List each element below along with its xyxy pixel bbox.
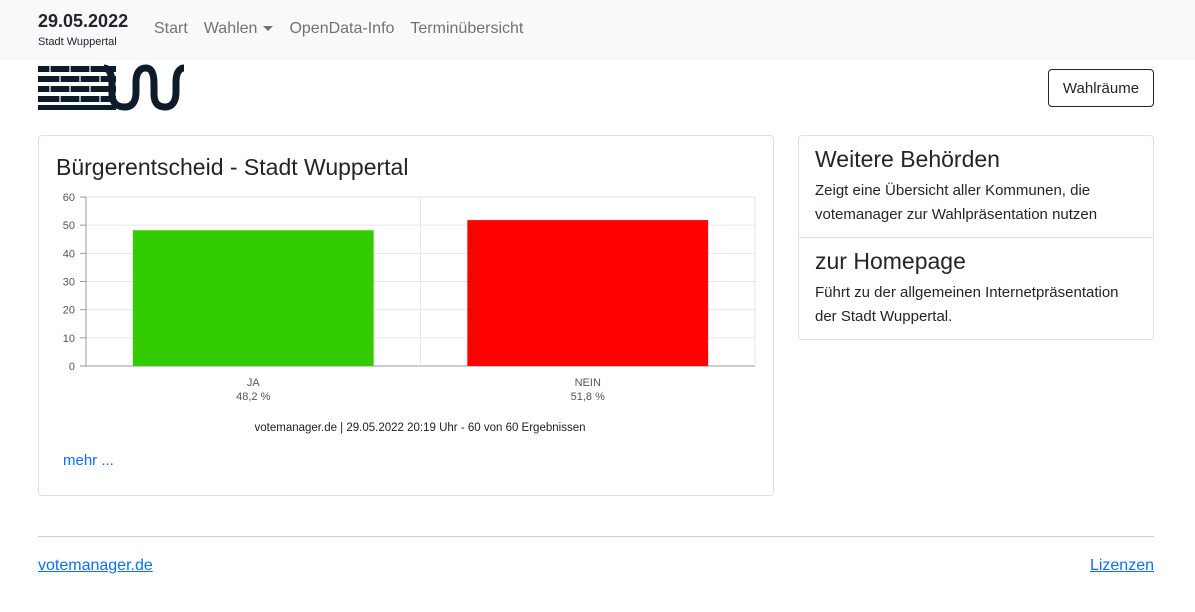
link-weitere-behoerden-text: Zeigt eine Übersicht aller Kommunen, die… bbox=[815, 182, 1098, 223]
brand[interactable]: 29.05.2022 Stadt Wuppertal bbox=[38, 10, 128, 49]
bar-nein bbox=[467, 220, 709, 366]
brand-date: 29.05.2022 bbox=[38, 11, 129, 31]
y-tick-label: 50 bbox=[63, 220, 75, 232]
chart-source: votemanager.de | 29.05.2022 20:19 Uhr - … bbox=[255, 422, 586, 434]
nav-item-wahlen[interactable]: Wahlen bbox=[204, 19, 274, 39]
nav-item-termine[interactable]: Terminübersicht bbox=[410, 19, 523, 39]
brand-city: Stadt Wuppertal bbox=[38, 36, 117, 48]
link-homepage-title: zur Homepage bbox=[815, 248, 966, 274]
bar-ja bbox=[132, 230, 374, 366]
y-tick-label: 30 bbox=[63, 277, 75, 289]
footer-votemanager-link[interactable]: votemanager.de bbox=[38, 557, 153, 575]
election-title: Bürgerentscheid - Stadt Wuppertal bbox=[56, 154, 409, 180]
y-tick-label: 60 bbox=[63, 192, 75, 204]
wahlraeume-button[interactable]: Wahlräume bbox=[1048, 69, 1154, 107]
election-card: Bürgerentscheid - Stadt Wuppertal 0 10 20 3… bbox=[38, 135, 774, 496]
y-tick-label: 10 bbox=[63, 333, 75, 345]
y-tick-label: 40 bbox=[63, 248, 75, 260]
x-category-label: JA bbox=[247, 377, 261, 389]
navbar: 29.05.2022 Stadt Wuppertal Start Wahlen … bbox=[0, 0, 1195, 60]
nav-item-opendata[interactable]: OpenData-Info bbox=[289, 19, 394, 39]
wuppertal-logo bbox=[38, 64, 185, 111]
more-link[interactable]: mehr ... bbox=[63, 452, 114, 469]
y-tick-label: 20 bbox=[63, 305, 75, 317]
bar-value-label: 48,2 % bbox=[236, 391, 270, 403]
footer-licenses-link[interactable]: Lizenzen bbox=[1090, 557, 1154, 575]
link-weitere-behoerden[interactable]: Weitere Behörden Zeigt eine Übersicht al… bbox=[799, 146, 1153, 227]
nav-menu: Start Wahlen OpenData-Info Terminübersic… bbox=[154, 19, 523, 39]
caret-down-icon bbox=[263, 26, 274, 32]
links-card: Weitere Behörden Zeigt eine Übersicht al… bbox=[798, 135, 1154, 340]
result-chart: 0 10 20 30 40 50 60 JA 48,2 % NEIN 51,8 % votemanag… bbox=[63, 192, 756, 434]
bar-value-label: 51,8 % bbox=[571, 391, 605, 403]
link-weitere-behoerden-title: Weitere Behörden bbox=[815, 146, 1000, 172]
link-homepage[interactable]: zur Homepage Führt zu der allgemeinen In… bbox=[799, 248, 1153, 329]
link-homepage-text: Führt zu der allgemeinen Internetpräsent… bbox=[815, 284, 1119, 325]
divider bbox=[799, 237, 1153, 238]
footer-divider bbox=[38, 536, 1154, 537]
y-tick-label: 0 bbox=[69, 361, 75, 373]
x-category-label: NEIN bbox=[575, 377, 601, 389]
nav-item-start[interactable]: Start bbox=[154, 19, 188, 39]
nav-item-wahlen-label: Wahlen bbox=[203, 20, 258, 37]
